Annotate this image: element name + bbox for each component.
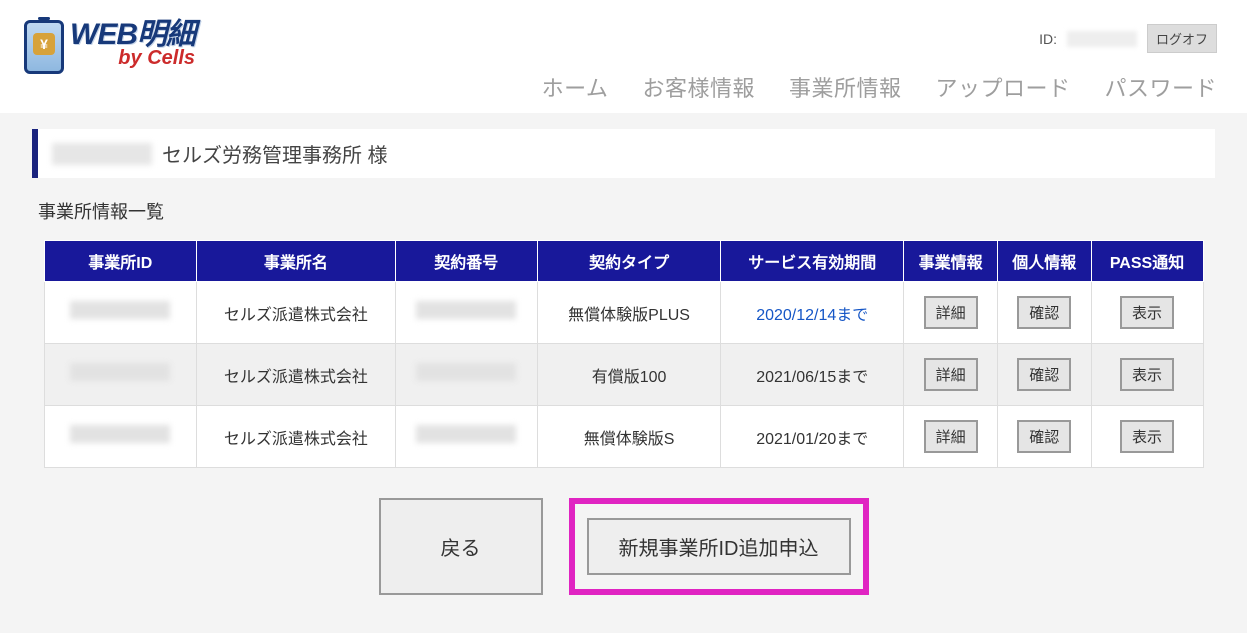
office-id-blurred xyxy=(70,301,170,319)
th-office-name: 事業所名 xyxy=(197,241,395,282)
highlight-box: 新規事業所ID追加申込 xyxy=(569,498,869,595)
th-service-term: サービス有効期間 xyxy=(721,241,904,282)
back-button[interactable]: 戻る xyxy=(379,498,543,595)
office-table: 事業所ID 事業所名 契約番号 契約タイプ サービス有効期間 事業情報 個人情報… xyxy=(44,240,1204,468)
table-header-row: 事業所ID 事業所名 契約番号 契約タイプ サービス有効期間 事業情報 個人情報… xyxy=(44,241,1203,282)
header: WEB明細 by Cells ID: ログオフ ホーム お客様情報 事業所情報 … xyxy=(0,0,1247,113)
th-contract-no: 契約番号 xyxy=(395,241,537,282)
service-term-cell: 2020/12/14まで xyxy=(756,307,868,324)
table-row: セルズ派遣株式会社 無償体験版S 2021/01/20まで 詳細 確認 表示 xyxy=(44,406,1203,468)
header-right: ID: ログオフ ホーム お客様情報 事業所情報 アップロード パスワード xyxy=(542,24,1217,103)
show-button[interactable]: 表示 xyxy=(1120,358,1174,391)
customer-name: セルズ労務管理事務所 様 xyxy=(162,139,388,168)
th-office-info: 事業情報 xyxy=(904,241,998,282)
contract-type-cell: 有償版100 xyxy=(538,344,721,406)
main-nav: ホーム お客様情報 事業所情報 アップロード パスワード xyxy=(542,71,1217,103)
contract-no-blurred xyxy=(416,363,516,381)
confirm-button[interactable]: 確認 xyxy=(1017,420,1071,453)
nav-home[interactable]: ホーム xyxy=(542,71,609,103)
th-pass-notice: PASS通知 xyxy=(1091,241,1203,282)
th-office-id: 事業所ID xyxy=(44,241,197,282)
service-term-cell: 2021/01/20まで xyxy=(721,406,904,468)
nav-office[interactable]: 事業所情報 xyxy=(789,71,902,103)
th-contract-type: 契約タイプ xyxy=(538,241,721,282)
office-name-cell: セルズ派遣株式会社 xyxy=(197,282,395,344)
logo-sub: by Cells xyxy=(70,48,195,68)
detail-button[interactable]: 詳細 xyxy=(924,358,978,391)
customer-title-bar: セルズ労務管理事務所 様 xyxy=(32,129,1215,178)
add-office-button[interactable]: 新規事業所ID追加申込 xyxy=(587,518,851,575)
logo-text: WEB明細 by Cells xyxy=(70,20,195,68)
office-name-cell: セルズ派遣株式会社 xyxy=(197,344,395,406)
contract-no-blurred xyxy=(416,425,516,443)
customer-id-blurred xyxy=(52,143,152,165)
logo: WEB明細 by Cells xyxy=(24,20,195,74)
id-value-blurred xyxy=(1067,31,1137,47)
detail-button[interactable]: 詳細 xyxy=(924,296,978,329)
office-id-blurred xyxy=(70,425,170,443)
table-row: セルズ派遣株式会社 有償版100 2021/06/15まで 詳細 確認 表示 xyxy=(44,344,1203,406)
show-button[interactable]: 表示 xyxy=(1120,420,1174,453)
contract-type-cell: 無償体験版PLUS xyxy=(538,282,721,344)
nav-password[interactable]: パスワード xyxy=(1104,71,1217,103)
detail-button[interactable]: 詳細 xyxy=(924,420,978,453)
office-name-cell: セルズ派遣株式会社 xyxy=(197,406,395,468)
id-label: ID: xyxy=(1039,31,1057,47)
office-id-blurred xyxy=(70,363,170,381)
logo-main: WEB明細 xyxy=(70,20,195,50)
action-row: 戻る 新規事業所ID追加申込 xyxy=(32,498,1215,595)
section-heading: 事業所情報一覧 xyxy=(38,198,1215,224)
confirm-button[interactable]: 確認 xyxy=(1017,296,1071,329)
show-button[interactable]: 表示 xyxy=(1120,296,1174,329)
nav-customer[interactable]: お客様情報 xyxy=(642,71,755,103)
contract-no-blurred xyxy=(416,301,516,319)
nav-upload[interactable]: アップロード xyxy=(935,71,1070,103)
table-row: セルズ派遣株式会社 無償体験版PLUS 2020/12/14まで 詳細 確認 表… xyxy=(44,282,1203,344)
contract-type-cell: 無償体験版S xyxy=(538,406,721,468)
content: セルズ労務管理事務所 様 事業所情報一覧 事業所ID 事業所名 契約番号 契約タ… xyxy=(0,113,1247,633)
phone-yen-icon xyxy=(24,20,64,74)
confirm-button[interactable]: 確認 xyxy=(1017,358,1071,391)
service-term-cell: 2021/06/15まで xyxy=(721,344,904,406)
id-bar: ID: ログオフ xyxy=(1039,24,1217,53)
th-person-info: 個人情報 xyxy=(997,241,1091,282)
logoff-button[interactable]: ログオフ xyxy=(1147,24,1217,53)
